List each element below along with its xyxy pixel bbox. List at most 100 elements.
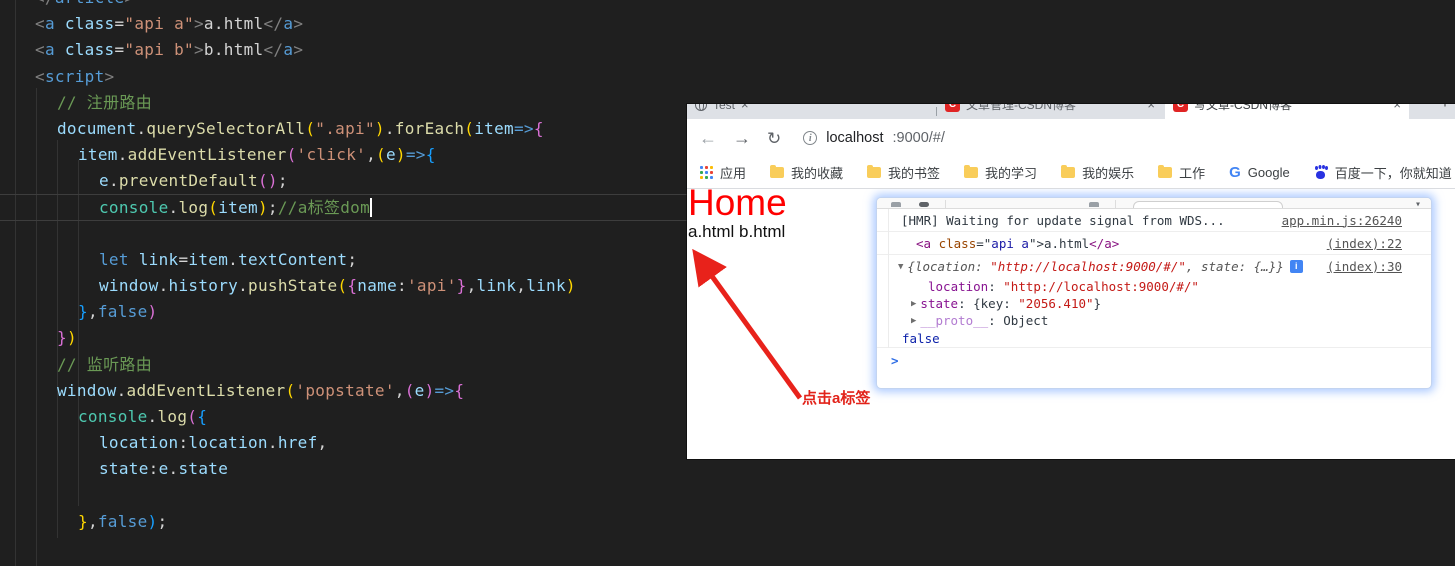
address-bar[interactable]: i localhost:9000/#/ (803, 130, 945, 146)
code-token: item (78, 145, 118, 165)
code-token: > (293, 14, 304, 34)
code-token: . (108, 171, 119, 191)
browser-tab[interactable]: C 文章管理-CSDN博客 × (937, 104, 1163, 119)
code-token: name (357, 276, 398, 296)
code-token: ) (267, 171, 278, 191)
code-token: link (476, 276, 517, 296)
console-text: : Object (988, 313, 1049, 328)
back-button[interactable]: ← (699, 129, 717, 147)
bookmark-item[interactable]: G Google (1229, 164, 1290, 181)
code-token: . (168, 459, 179, 479)
browser-tab[interactable]: C 写文章-CSDN博客 × (1165, 104, 1409, 119)
code-token: ( (257, 171, 268, 191)
eye-icon[interactable] (1089, 202, 1099, 207)
expand-triangle-icon[interactable]: ▶ (911, 316, 916, 326)
bookmark-item[interactable]: 我的收藏 (770, 163, 843, 182)
code-token: script (44, 66, 105, 86)
code-token: . (158, 276, 169, 296)
bookmark-item[interactable]: 应用 (700, 163, 746, 182)
console-text: location (914, 259, 976, 274)
bookmark-label: 我的收藏 (791, 166, 844, 181)
bookmark-item[interactable]: 工作 (1158, 163, 1205, 182)
code-token: ( (376, 145, 386, 165)
browser-tab[interactable]: Test × (687, 104, 757, 119)
code-token: } (57, 328, 67, 348)
bookmark-label: 百度一下，你就知道 (1334, 166, 1452, 181)
code-token: e (385, 145, 396, 165)
bookmark-item[interactable]: 百度一下，你就知道 (1314, 163, 1452, 182)
bookmark-item[interactable]: 我的娱乐 (1061, 163, 1134, 182)
code-token: item (218, 197, 258, 217)
code-token: > (193, 14, 204, 34)
devtools-dock-icon[interactable] (891, 202, 901, 207)
browser-toolbar: ← → ↻ i localhost:9000/#/ (687, 119, 1455, 157)
folder-icon (770, 165, 785, 178)
bookmark-item[interactable]: 我的学习 (964, 163, 1037, 182)
new-tab-button[interactable]: + (1433, 104, 1455, 116)
code-token: ) (66, 328, 77, 348)
code-token: log (178, 197, 209, 217)
tab-close-icon[interactable]: × (1393, 104, 1401, 112)
code-line: <a class="api a">a.html</a> (0, 11, 1455, 37)
info-icon[interactable]: i (1289, 260, 1303, 273)
url-host: localhost (826, 130, 884, 146)
code-token: "api a" (124, 14, 194, 34)
reload-button[interactable]: ↻ (767, 130, 781, 147)
screenshot-stage: </article><a class="api a">a.html</a><a … (0, 0, 1455, 566)
console-row: [HMR] Waiting for update signal from WDS… (877, 209, 1431, 232)
console-source-link[interactable]: (index):22 (1327, 236, 1431, 251)
code-token: { (197, 407, 208, 426)
code-token: 'api' (406, 276, 457, 296)
code-token: , (516, 276, 527, 296)
code-token: > (293, 40, 304, 60)
console-text: class (938, 235, 977, 251)
console-text: "http://localhost:9000/#/" (990, 259, 1186, 274)
console-prompt[interactable]: > (877, 348, 1431, 372)
code-token: // 注册路由 (57, 92, 152, 112)
tab-close-icon[interactable]: × (1147, 104, 1155, 112)
bookmark-item[interactable]: 我的书签 (867, 163, 940, 182)
csdn-icon: C (1173, 104, 1188, 112)
code-token: ; (157, 511, 168, 531)
code-token: ( (305, 118, 316, 138)
console-text: "2056.410" (1018, 296, 1094, 311)
annotation-text: 点击a标签 (802, 390, 871, 407)
folder-icon (1158, 165, 1173, 178)
code-token: ) (424, 380, 435, 400)
google-icon: G (1229, 164, 1241, 181)
console-filter-input[interactable] (1133, 201, 1283, 208)
code-token: addEventListener (126, 380, 286, 400)
code-token: . (116, 380, 127, 400)
code-token: . (117, 145, 128, 165)
console-source-link[interactable]: (index):30 (1327, 259, 1431, 274)
expand-triangle-icon[interactable]: ▶ (911, 299, 916, 309)
code-token: window (99, 276, 159, 296)
page-info-icon[interactable]: i (803, 131, 818, 145)
tab-close-icon[interactable]: × (741, 104, 749, 112)
console-text: __proto__ (920, 313, 989, 328)
tab-strip: C 文章管理-CSDN博客 × C 写文章-CSDN博客 × Test × + (687, 104, 1455, 119)
code-token: , (394, 380, 405, 400)
forward-button[interactable]: → (733, 129, 751, 147)
code-token: false (97, 302, 148, 322)
code-token: ) (374, 118, 385, 138)
code-token: ".api" (315, 118, 375, 138)
code-token: { (533, 118, 544, 138)
console-source-link[interactable]: app.min.js:26240 (1282, 213, 1431, 228)
code-token: . (147, 407, 158, 426)
code-token: 'click' (296, 145, 367, 165)
console-text: } (1093, 296, 1102, 311)
code-token: link (526, 276, 566, 296)
console-row: <a class =" api a "> a.html </a> (index):22 (877, 232, 1431, 255)
code-token: ( (404, 380, 415, 400)
baidu-icon (1314, 166, 1328, 179)
code-token: } (456, 276, 467, 296)
clear-console-icon[interactable] (919, 202, 929, 207)
expand-triangle-icon[interactable]: ▼ (898, 262, 903, 272)
code-token: = (178, 249, 189, 269)
code-token: 'popstate' (295, 380, 395, 400)
settings-caret-icon[interactable]: ▾ (1415, 199, 1421, 208)
code-token: console (78, 407, 148, 426)
code-token: . (228, 249, 239, 269)
